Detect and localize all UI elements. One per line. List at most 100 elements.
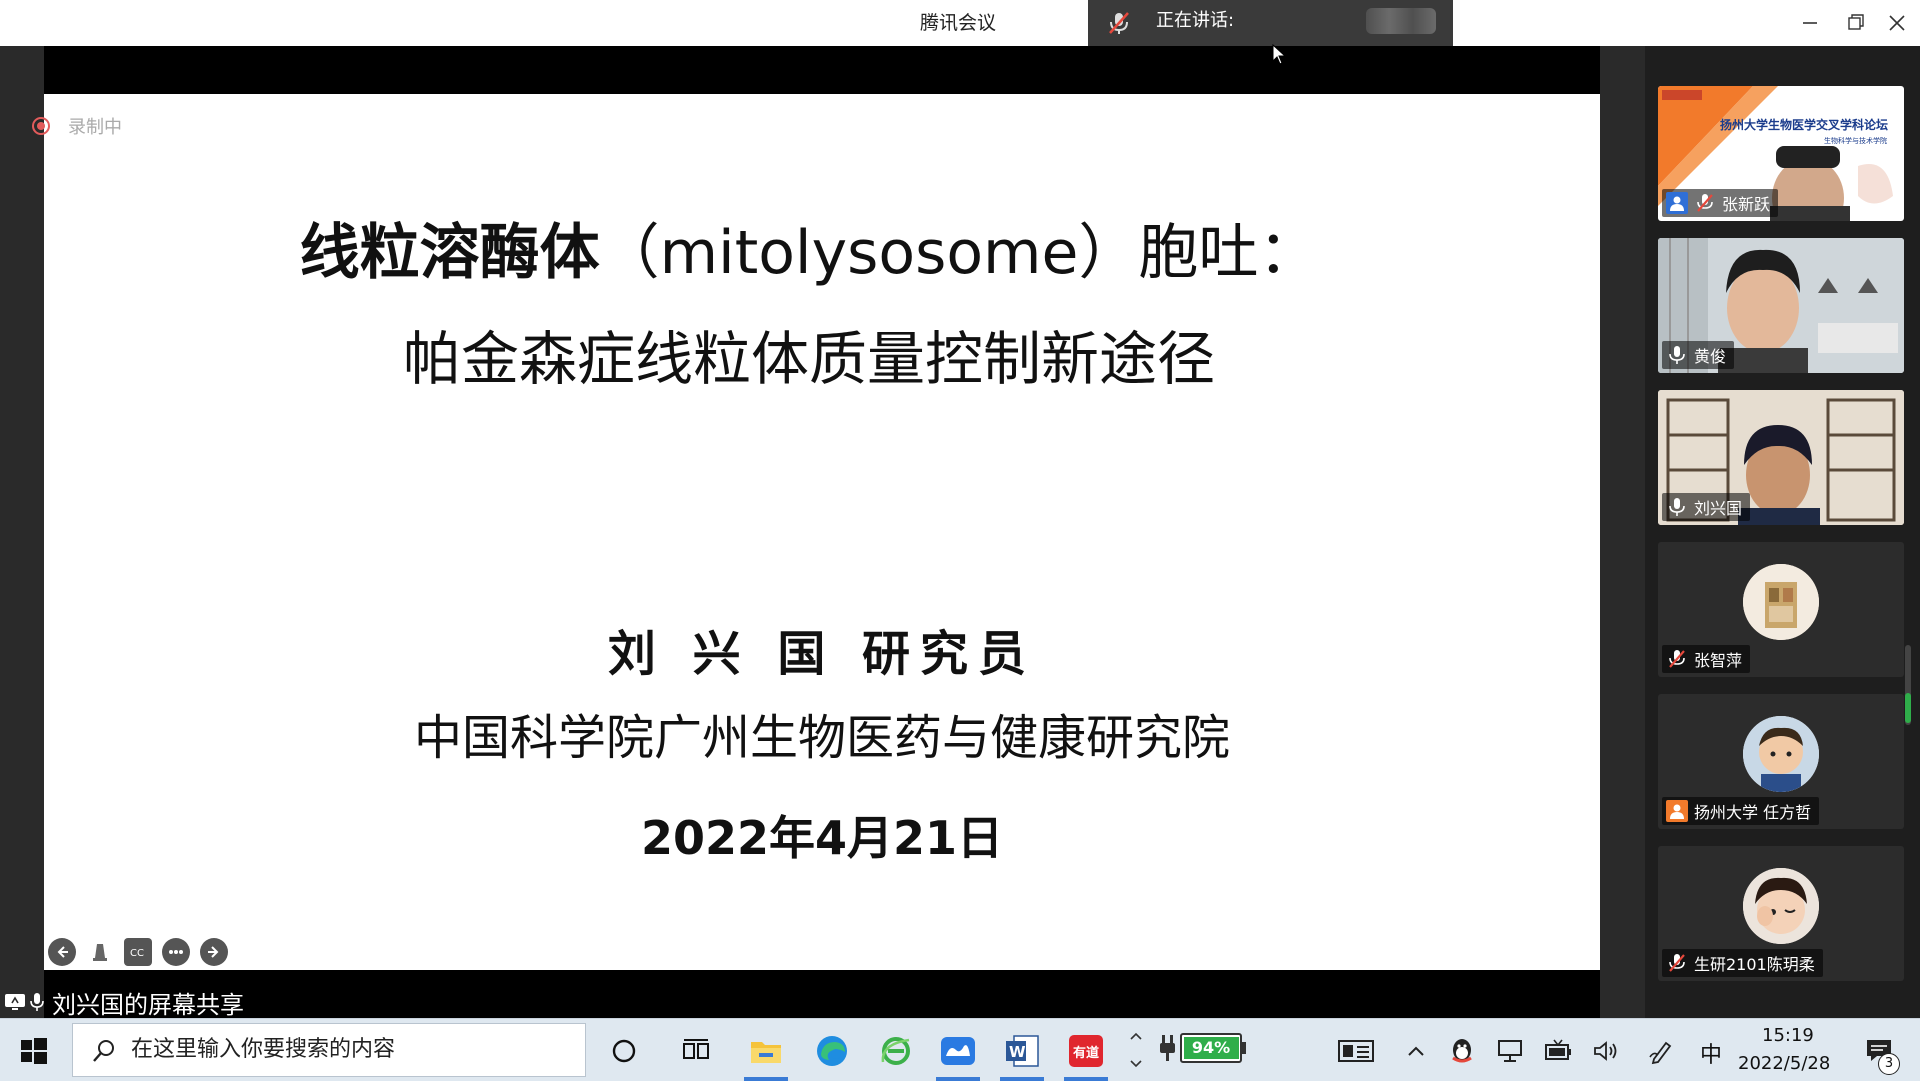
participant-tile[interactable]: 生研2101陈玥柔: [1658, 846, 1904, 981]
close-icon[interactable]: [1882, 10, 1912, 36]
banner-title: 扬州大学生物医学交叉学科论坛: [1720, 118, 1889, 132]
clock-date[interactable]: 2022/5/28: [1738, 1053, 1830, 1074]
slide-title-rest: （mitolysosome）胞吐：: [599, 218, 1319, 288]
participant-name: 张智萍: [1694, 651, 1743, 670]
speaking-indicator: 正在讲话:: [1088, 0, 1453, 46]
battery-widget[interactable]: 94%: [1158, 1033, 1246, 1063]
participant-tile[interactable]: 刘兴国: [1658, 390, 1904, 525]
slide-institution: 中国科学院广州生物医药与健康研究院: [413, 710, 1230, 766]
avatar: [1743, 564, 1819, 640]
cortana-icon[interactable]: [604, 1031, 644, 1071]
avatar: [1743, 716, 1819, 792]
svg-text:W: W: [1009, 1043, 1026, 1061]
taskbar-scroll-arrows[interactable]: [1128, 1025, 1144, 1079]
search-placeholder: 在这里输入你要搜索的内容: [131, 1037, 396, 1062]
slide-subtitle: 帕金森症线粒体质量控制新途径: [402, 325, 1215, 393]
participant-tile[interactable]: 扬州大学 任方哲: [1658, 694, 1904, 829]
active-app-indicator: [1000, 1077, 1044, 1081]
banner-subtitle: 生物科学与技术学院: [1824, 137, 1887, 145]
battery-bar: 94%: [1180, 1033, 1242, 1063]
mouse-cursor-icon: [1272, 44, 1287, 65]
slide-title-bold: 线粒溶酶体: [299, 218, 600, 288]
participant-tile[interactable]: 扬州大学生物医学交叉学科论坛 生物科学与技术学院 张新跃: [1658, 86, 1904, 221]
letterbox-top: [44, 46, 1600, 94]
participant-name-tag: 扬州大学 任方哲: [1662, 797, 1820, 825]
youdao-label: 有道: [1069, 1035, 1103, 1067]
windows-start-icon[interactable]: [20, 1037, 48, 1065]
participant-tile[interactable]: 张智萍: [1658, 542, 1904, 677]
pen-workspace-icon[interactable]: [1642, 1031, 1682, 1071]
mic-icon: [1666, 344, 1688, 366]
ime-indicator[interactable]: 中: [1700, 1037, 1722, 1069]
user-icon: [1666, 800, 1688, 822]
slide-title: 线粒溶酶体（mitolysosome）胞吐：: [44, 204, 1574, 291]
participant-scrollbar-thumb[interactable]: [1905, 693, 1911, 723]
mic-icon: [30, 993, 44, 1011]
news-widget-icon[interactable]: [1336, 1031, 1376, 1071]
ie-browser-icon[interactable]: [876, 1031, 916, 1071]
mic-icon: [1666, 496, 1688, 518]
participant-name-tag: 刘兴国: [1662, 493, 1751, 521]
edge-browser-icon[interactable]: [812, 1031, 852, 1071]
task-view-icon[interactable]: [676, 1031, 716, 1071]
network-icon[interactable]: [1490, 1031, 1530, 1071]
app-title: 腾讯会议: [920, 12, 997, 34]
prev-slide-icon[interactable]: [48, 938, 76, 966]
file-explorer-icon[interactable]: [746, 1031, 786, 1071]
next-slide-icon[interactable]: [200, 938, 228, 966]
more-options-icon[interactable]: [162, 938, 190, 966]
participant-name-tag: 生研2101陈玥柔: [1662, 949, 1823, 977]
mic-muted-icon: [1666, 648, 1688, 670]
title-bar: 腾讯会议 正在讲话:: [0, 0, 1920, 46]
qq-icon[interactable]: [1442, 1031, 1482, 1071]
battery-percent: 94%: [1191, 1038, 1231, 1057]
participant-name: 生研2101陈玥柔: [1694, 955, 1815, 974]
pen-tool-icon[interactable]: [86, 938, 114, 966]
plug-icon: [1160, 1035, 1175, 1061]
battery-tip: [1242, 1042, 1246, 1054]
presentation-slide: 线粒溶酶体（mitolysosome）胞吐： 帕金森症线粒体质量控制新途径 刘 …: [44, 94, 1600, 970]
taskbar: 在这里输入你要搜索的内容 W 有道 94% 中 15:19 2022/5/28 …: [0, 1018, 1920, 1081]
search-icon: [93, 1040, 114, 1062]
avatar: [1743, 868, 1819, 944]
screen-share-label: 刘兴国的屏幕共享: [4, 985, 244, 1019]
mic-muted-icon: [1109, 12, 1129, 34]
power-status-icon[interactable]: [1538, 1031, 1578, 1071]
participant-tile[interactable]: 黄俊: [1658, 238, 1904, 373]
mic-muted-icon: [1694, 192, 1716, 214]
slide-author: 刘 兴 国 研究员: [607, 626, 1037, 682]
tencent-meeting-icon[interactable]: [938, 1031, 978, 1071]
captions-icon[interactable]: CC: [124, 938, 152, 966]
active-app-indicator: [744, 1077, 788, 1081]
recording-indicator[interactable]: 录制中: [32, 115, 122, 138]
user-icon: [1666, 192, 1688, 214]
participant-name-tag: 黄俊: [1662, 341, 1735, 369]
participant-name: 黄俊: [1694, 347, 1727, 366]
recording-label: 录制中: [68, 117, 122, 138]
slide-controls: CC: [48, 938, 228, 966]
minimize-icon[interactable]: [1795, 10, 1825, 36]
recording-dot-icon: [32, 117, 50, 135]
slide-date: 2022年4月21日: [640, 811, 1004, 865]
taskbar-search-box[interactable]: 在这里输入你要搜索的内容: [72, 1023, 586, 1077]
participant-name: 刘兴国: [1694, 499, 1743, 518]
participant-name-tag: 张智萍: [1662, 645, 1751, 673]
speaking-label: 正在讲话:: [1156, 10, 1235, 31]
volume-icon[interactable]: [1586, 1031, 1626, 1071]
mic-muted-icon: [1666, 952, 1688, 974]
show-hidden-icons-icon[interactable]: [1396, 1031, 1436, 1071]
participant-name-tag: 张新跃: [1662, 189, 1779, 217]
screen-share-text: 刘兴国的屏幕共享: [52, 990, 244, 1019]
svg-text:CC: CC: [130, 948, 144, 959]
participant-name: 扬州大学 任方哲: [1694, 803, 1812, 822]
clock-time[interactable]: 15:19: [1762, 1025, 1814, 1046]
notification-count-badge: 3: [1878, 1053, 1900, 1075]
word-icon[interactable]: W: [1002, 1031, 1042, 1071]
screen-share-icon: [5, 994, 25, 1010]
active-app-indicator: [936, 1077, 980, 1081]
active-app-indicator: [1064, 1077, 1108, 1081]
speaker-avatars-blurred: [1366, 8, 1436, 34]
participant-name: 张新跃: [1722, 195, 1771, 214]
youdao-icon[interactable]: 有道: [1066, 1031, 1106, 1071]
restore-icon[interactable]: [1840, 10, 1870, 36]
